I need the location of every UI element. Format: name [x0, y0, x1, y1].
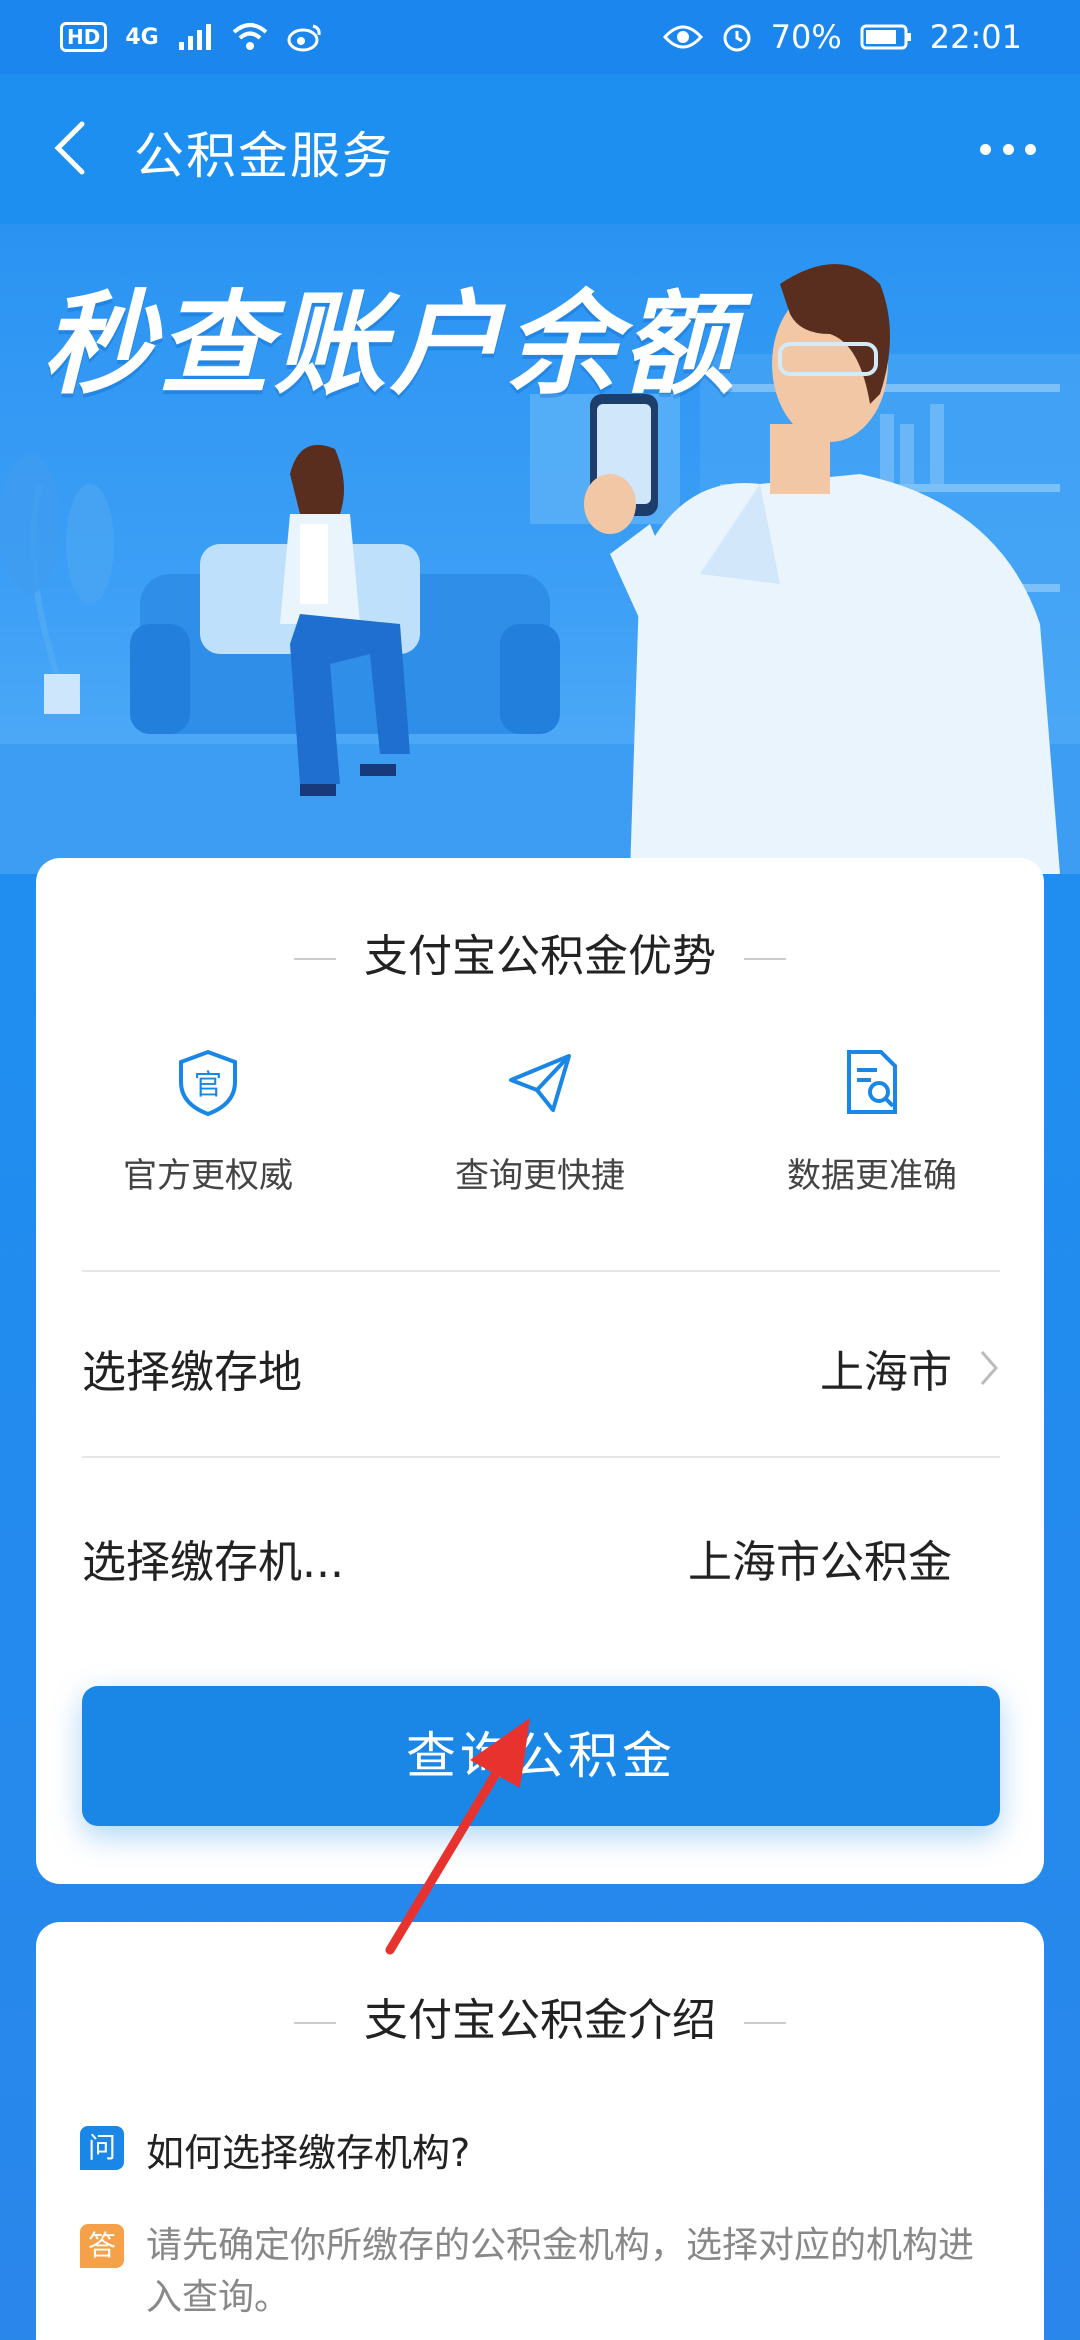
weibo-icon: [287, 24, 321, 52]
clock: 22:01: [929, 18, 1022, 56]
paper-plane-icon: [509, 1054, 571, 1112]
more-icon[interactable]: [980, 124, 1036, 174]
question-badge: 问: [80, 2126, 124, 2170]
faq-answer: 答 请先确定你所缴存的公积金机构，选择对应的机构进入查询。: [80, 2220, 1006, 2324]
back-icon[interactable]: [46, 118, 96, 178]
battery-icon: [860, 24, 911, 50]
feature-authority: 官 官方更权威: [78, 1048, 338, 1197]
divider: [82, 1456, 1000, 1458]
annotation-arrow-icon: [385, 1718, 530, 1955]
intro-heading-text: 支付宝公积金介绍: [364, 1995, 716, 2046]
signal-icon: [178, 24, 211, 50]
feature-label: 数据更准确: [787, 1156, 957, 1196]
wifi-icon: [232, 23, 268, 50]
feature-label: 官方更权威: [123, 1156, 293, 1196]
question-text: 如何选择缴存机构?: [146, 2131, 471, 2175]
location-selector[interactable]: 选择缴存地 上海市: [82, 1308, 1000, 1428]
location-label: 选择缴存地: [82, 1347, 302, 1398]
divider: [82, 1270, 1000, 1272]
page-title: 公积金服务: [134, 127, 394, 185]
hd-badge: HD: [60, 22, 108, 52]
answer-badge: 答: [80, 2224, 124, 2268]
alarm-icon: [723, 24, 751, 52]
institution-label: 选择缴存机...: [82, 1537, 344, 1588]
feature-label: 查询更快捷: [455, 1156, 625, 1196]
document-search-icon: [847, 1050, 897, 1114]
intro-heading: 支付宝公积金介绍: [36, 1984, 1044, 2048]
faq-question: 问 如何选择缴存机构?: [80, 2122, 470, 2177]
institution-value: 上海市公积金: [688, 1537, 952, 1588]
hero-title: 秒查账户余额: [42, 280, 738, 410]
feature-speed: 查询更快捷: [410, 1048, 670, 1197]
svg-text:官: 官: [194, 1068, 222, 1101]
eye-icon: [662, 25, 703, 49]
answer-text: 请先确定你所缴存的公积金机构，选择对应的机构进入查询。: [146, 2225, 975, 2318]
chevron-right-icon: [980, 1351, 998, 1385]
feature-accuracy: 数据更准确: [742, 1048, 1002, 1197]
status-bar: HD 4G 70% 22:01: [0, 0, 1080, 74]
signal-indicator: 4G: [125, 24, 159, 50]
intro-card: 支付宝公积金介绍 问 如何选择缴存机构? 答 请先确定你所缴存的公积金机构，选择…: [36, 1922, 1044, 2340]
nav-bar: 公积金服务: [0, 74, 1080, 224]
location-value: 上海市: [820, 1347, 952, 1398]
shield-icon: 官: [179, 1049, 237, 1117]
hero-banner: 秒查账户余额: [0, 224, 1080, 874]
advantages-heading-text: 支付宝公积金优势: [364, 931, 716, 982]
institution-selector[interactable]: 选择缴存机... 上海市公积金: [82, 1498, 1000, 1618]
advantages-heading: 支付宝公积金优势: [36, 920, 1044, 984]
battery-percent: 70%: [770, 18, 842, 56]
